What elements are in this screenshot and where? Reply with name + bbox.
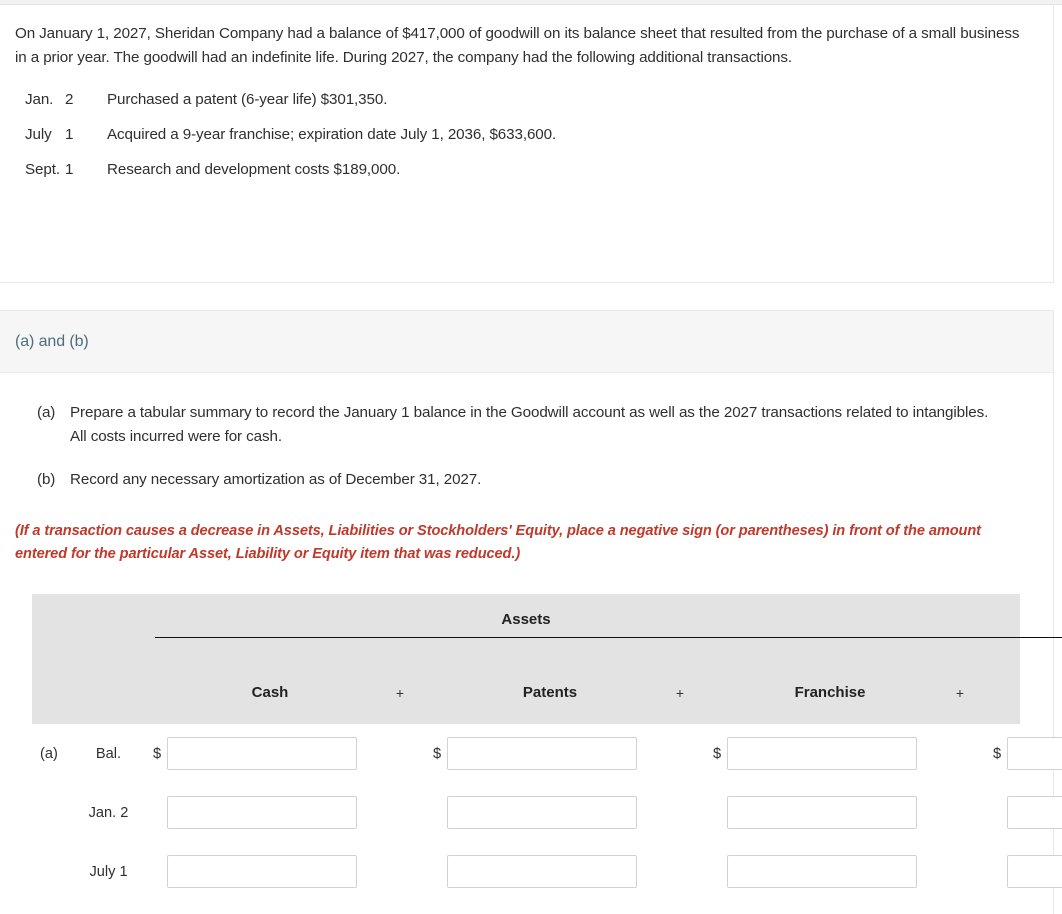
column-header-franchise: Franchise <box>794 684 866 702</box>
transaction-month: July <box>25 126 52 144</box>
requirement-item-text: Prepare a tabular summary to record the … <box>70 404 989 445</box>
requirement-item-text: Record any necessary amortization as of … <box>70 471 482 489</box>
transaction-description: Purchased a patent (6-year life) $301,35… <box>107 91 388 109</box>
transaction-day: 2 <box>65 91 74 109</box>
transaction-day: 1 <box>65 126 74 144</box>
dollar-sign: $ <box>712 745 722 762</box>
column-header-cash: Cash <box>251 684 289 702</box>
franchise-input-july1[interactable] <box>727 855 917 889</box>
assets-group-header: Assets <box>501 611 551 629</box>
cash-input-bal[interactable] <box>167 737 357 771</box>
dollar-sign: $ <box>432 745 442 762</box>
transaction-row: Jan. 2 Purchased a patent (6-year life) … <box>15 91 1031 108</box>
dollar-sign: $ <box>152 745 162 762</box>
column-header-patents: Patents <box>522 684 578 702</box>
patents-input-bal[interactable] <box>447 737 637 771</box>
franchise-input-jan2[interactable] <box>727 796 917 830</box>
problem-statement-card: On January 1, 2027, Sheridan Company had… <box>0 5 1054 283</box>
requirement-item-a: (a) Prepare a tabular summary to record … <box>15 401 1017 448</box>
transaction-description: Acquired a 9-year franchise; expiration … <box>107 126 557 144</box>
plus-operator-2: + <box>675 684 685 701</box>
requirement-header: (a) and (b) <box>0 311 1053 373</box>
requirement-item-label: (b) <box>37 471 56 489</box>
negative-sign-note: (If a transaction causes a decrease in A… <box>15 522 981 563</box>
row-part-label: (a) <box>40 745 58 762</box>
dollar-sign: $ <box>992 745 1002 762</box>
requirement-heading: (a) and (b) <box>15 332 89 350</box>
cash-input-jan2[interactable] <box>167 796 357 830</box>
row-date-label: July 1 <box>89 863 128 880</box>
table-row: (a) Bal. $ $ $ $ <box>32 724 1062 783</box>
next-column-input-bal[interactable] <box>1007 737 1062 771</box>
requirement-item-b: (b) Record any necessary amortization as… <box>15 468 1017 492</box>
next-column-input-july1[interactable] <box>1007 855 1062 889</box>
cash-input-july1[interactable] <box>167 855 357 889</box>
transaction-month: Sept. <box>25 161 60 179</box>
transaction-row: Sept. 1 Research and development costs $… <box>15 161 1031 178</box>
transaction-description: Research and development costs $189,000. <box>107 161 401 179</box>
table-row: July 1 <box>32 842 1062 901</box>
requirement-item-label: (a) <box>37 404 56 421</box>
page-root: On January 1, 2027, Sheridan Company had… <box>0 0 1062 914</box>
table-header-band: Assets Cash + Patents + Franchise + <box>32 594 1062 725</box>
column-header-row: Cash + Patents + Franchise + <box>32 684 1062 701</box>
transaction-list: Jan. 2 Purchased a patent (6-year life) … <box>15 91 1031 178</box>
assets-underline <box>155 637 1062 639</box>
next-column-input-jan2[interactable] <box>1007 796 1062 830</box>
table-row: Jan. 2 <box>32 783 1062 842</box>
transaction-row: July 1 Acquired a 9-year franchise; expi… <box>15 126 1031 143</box>
transaction-day: 1 <box>65 161 74 179</box>
patents-input-jan2[interactable] <box>447 796 637 830</box>
tabular-summary: Assets Cash + Patents + Franchise + (a) … <box>32 594 1062 901</box>
problem-intro-text: On January 1, 2027, Sheridan Company had… <box>15 25 1020 66</box>
requirement-body: (a) Prepare a tabular summary to record … <box>0 373 1053 492</box>
transaction-month: Jan. <box>25 91 54 109</box>
row-date-label: Jan. 2 <box>88 804 129 821</box>
franchise-input-bal[interactable] <box>727 737 917 771</box>
patents-input-july1[interactable] <box>447 855 637 889</box>
row-date-label: Bal. <box>95 745 122 762</box>
requirement-card: (a) and (b) (a) Prepare a tabular summar… <box>0 310 1062 914</box>
plus-operator-3: + <box>955 684 965 701</box>
plus-operator-1: + <box>395 684 405 701</box>
